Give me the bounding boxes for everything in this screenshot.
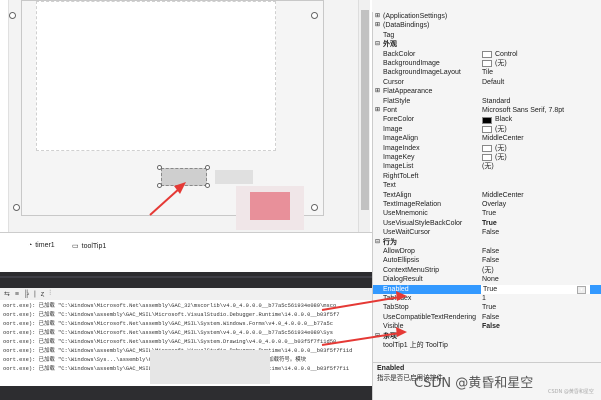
arrow-to-enabled xyxy=(321,296,401,311)
arrow-to-visible xyxy=(321,332,401,346)
arrow-head xyxy=(396,327,407,337)
arrow-to-button xyxy=(149,187,181,216)
arrow-head xyxy=(396,291,407,301)
annotation-arrows xyxy=(149,182,407,346)
